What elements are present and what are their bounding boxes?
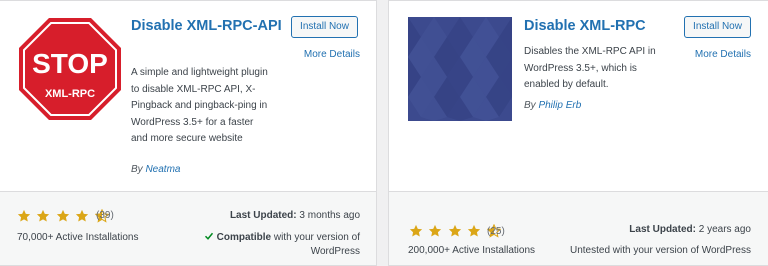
star-full-icon bbox=[56, 209, 70, 222]
compatible-label: Compatible bbox=[216, 232, 272, 243]
last-updated-value: 2 years ago bbox=[695, 224, 751, 235]
install-now-button[interactable]: Install Now bbox=[291, 16, 358, 38]
star-full-icon bbox=[429, 224, 442, 237]
plugin-author: By Philip Erb bbox=[524, 100, 581, 111]
install-now-button[interactable]: Install Now bbox=[684, 16, 751, 38]
plugin-thumbnail-pattern[interactable] bbox=[408, 17, 512, 121]
rating-count: (25) bbox=[487, 226, 505, 237]
checkmark-icon bbox=[204, 232, 213, 240]
author-link[interactable]: Neatma bbox=[145, 164, 180, 175]
plugin-title[interactable]: Disable XML-RPC-API bbox=[131, 17, 283, 35]
author-prefix: By bbox=[131, 164, 146, 175]
rating-count: (39) bbox=[96, 210, 114, 221]
active-installs: 70,000+ Active Installations bbox=[17, 232, 139, 243]
more-details-link[interactable]: More Details bbox=[304, 49, 360, 60]
active-installs: 200,000+ Active Installations bbox=[408, 245, 536, 256]
star-full-icon bbox=[76, 209, 89, 222]
compatibility-status: Compatible with your version of WordPres… bbox=[200, 231, 360, 259]
star-full-icon bbox=[409, 224, 423, 237]
last-updated-label: Last Updated: bbox=[629, 224, 696, 235]
stop-sign-icon[interactable]: STOP XML-RPC bbox=[18, 17, 122, 121]
stop-sign-sub-text: XML-RPC bbox=[45, 88, 95, 100]
last-updated: Last Updated: 3 months ago bbox=[230, 210, 360, 221]
compatible-text: with your version of WordPress bbox=[271, 232, 360, 257]
plugin-card-disable-xml-rpc: Disable XML-RPC Disables the XML-RPC API… bbox=[388, 0, 768, 266]
star-full-icon bbox=[448, 224, 462, 237]
star-full-icon bbox=[37, 209, 50, 222]
author-prefix: By bbox=[524, 100, 539, 111]
more-details-link[interactable]: More Details bbox=[695, 49, 751, 60]
compatibility-status: Untested with your version of WordPress bbox=[569, 245, 751, 256]
plugin-description: Disables the XML-RPC API in WordPress 3.… bbox=[524, 46, 656, 90]
plugin-author: By Neatma bbox=[131, 164, 180, 175]
star-full-icon bbox=[17, 209, 31, 222]
author-link[interactable]: Philip Erb bbox=[538, 100, 581, 111]
plugin-card-top: Disable XML-RPC Disables the XML-RPC API… bbox=[389, 1, 768, 193]
plugin-card-top: STOP XML-RPC Disable XML-RPC-API A simpl… bbox=[0, 1, 376, 193]
last-updated-label: Last Updated: bbox=[229, 210, 297, 221]
plugin-title[interactable]: Disable XML-RPC bbox=[524, 17, 684, 35]
plugin-description: A simple and lightweight plugin to disab… bbox=[131, 67, 268, 144]
plugin-card-disable-xml-rpc-api: STOP XML-RPC Disable XML-RPC-API A simpl… bbox=[0, 0, 377, 266]
star-full-icon bbox=[468, 224, 481, 237]
stop-sign-main-text: STOP bbox=[32, 48, 108, 79]
last-updated-value: 3 months ago bbox=[296, 210, 360, 221]
last-updated: Last Updated: 2 years ago bbox=[629, 224, 751, 235]
